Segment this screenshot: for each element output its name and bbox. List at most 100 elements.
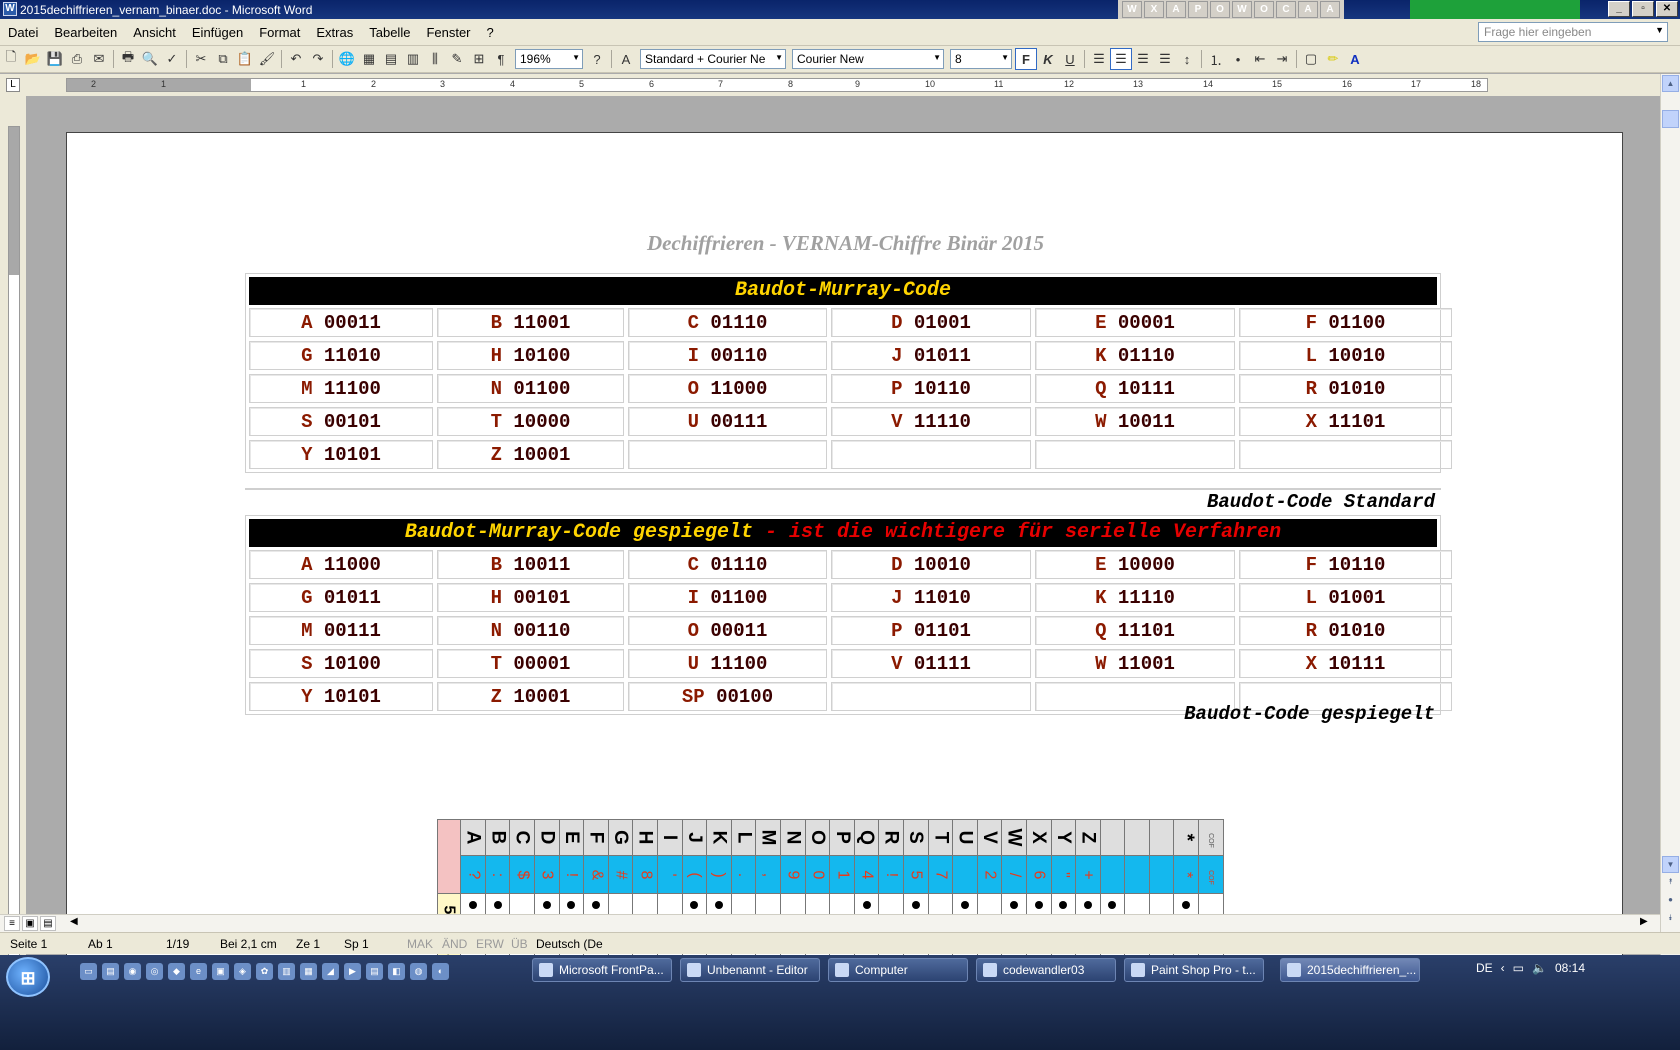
status-language[interactable]: Deutsch (De: [536, 937, 603, 951]
app-icon[interactable]: ◆: [168, 963, 185, 980]
code-cell[interactable]: E 10000: [1035, 550, 1235, 579]
quick-icon-10[interactable]: A: [1320, 1, 1340, 18]
zoom-select[interactable]: 196% ▼: [515, 49, 583, 69]
app-icon[interactable]: ✿: [256, 963, 273, 980]
status-track-changes[interactable]: ÄND: [442, 937, 467, 951]
app-icon[interactable]: ◐: [432, 963, 449, 980]
code-cell[interactable]: M 11100: [249, 374, 433, 403]
columns-icon[interactable]: ⫼: [424, 48, 446, 70]
scroll-down-icon[interactable]: ▼: [1662, 856, 1679, 873]
copy-icon[interactable]: ⧉: [212, 48, 234, 70]
code-cell[interactable]: B 11001: [437, 308, 624, 337]
font-color-icon[interactable]: A: [1344, 48, 1366, 70]
status-overtype[interactable]: ÜB: [511, 937, 528, 951]
app-icon[interactable]: ▥: [278, 963, 295, 980]
borders-icon[interactable]: ▢: [1300, 48, 1322, 70]
italic-button[interactable]: K: [1037, 48, 1059, 70]
desktop-icon[interactable]: ▭: [80, 963, 97, 980]
tables-borders-icon[interactable]: ▦: [358, 48, 380, 70]
vertical-scrollbar[interactable]: ▲ ▼ ⯭ ● ⯯: [1660, 74, 1680, 978]
quick-icon-9[interactable]: A: [1298, 1, 1318, 18]
align-right-icon[interactable]: ☰: [1132, 48, 1154, 70]
menu-fenster[interactable]: Fenster: [418, 25, 478, 40]
app-icon[interactable]: ◍: [410, 963, 427, 980]
chevron-down-icon[interactable]: ▼: [1655, 25, 1664, 35]
code-cell[interactable]: D 10010: [831, 550, 1031, 579]
font-size-select[interactable]: 8 ▼: [950, 49, 1012, 69]
code-cell[interactable]: G 01011: [249, 583, 433, 612]
document-area[interactable]: Dechiffrieren - VERNAM-Chiffre Binär 201…: [26, 96, 1660, 978]
app-icon[interactable]: ◧: [388, 963, 405, 980]
menu-bearbeiten[interactable]: Bearbeiten: [46, 25, 125, 40]
code-cell[interactable]: A 00011: [249, 308, 433, 337]
open-folder-icon[interactable]: 📂: [22, 48, 44, 70]
code-cell[interactable]: D 01001: [831, 308, 1031, 337]
code-cell[interactable]: C 01110: [628, 308, 827, 337]
code-cell[interactable]: S 00101: [249, 407, 433, 436]
document-map-icon[interactable]: ⊞: [468, 48, 490, 70]
task-paintshop[interactable]: Paint Shop Pro - t...: [1124, 958, 1264, 982]
code-cell[interactable]: [628, 440, 827, 469]
menu-help[interactable]: ?: [479, 25, 502, 40]
code-cell[interactable]: Q 11101: [1035, 616, 1235, 645]
code-cell[interactable]: X 11101: [1239, 407, 1452, 436]
clock[interactable]: 08:14: [1555, 961, 1585, 975]
increase-indent-icon[interactable]: ⇥: [1271, 48, 1293, 70]
next-page-icon[interactable]: ⯯: [1662, 910, 1679, 927]
format-painter-icon[interactable]: 🖌: [256, 48, 278, 70]
normal-view-icon[interactable]: ≡: [4, 916, 20, 931]
media-icon[interactable]: ◉: [124, 963, 141, 980]
scroll-right-icon[interactable]: ▶: [1640, 916, 1648, 927]
scroll-left-icon[interactable]: ◀: [70, 916, 78, 927]
code-cell[interactable]: H 00101: [437, 583, 624, 612]
code-cell[interactable]: U 00111: [628, 407, 827, 436]
code-cell[interactable]: R 01010: [1239, 616, 1452, 645]
chevron-down-icon[interactable]: ▼: [775, 53, 783, 62]
quick-icon-8[interactable]: C: [1276, 1, 1296, 18]
code-cell[interactable]: H 10100: [437, 341, 624, 370]
code-cell[interactable]: F 10110: [1239, 550, 1452, 579]
horizontal-scrollbar[interactable]: ≡ ▣ ▤ ◀ ▶: [0, 914, 1660, 932]
code-cell[interactable]: I 00110: [628, 341, 827, 370]
volume-icon[interactable]: 🔈: [1532, 961, 1547, 975]
chrome-icon[interactable]: ◎: [146, 963, 163, 980]
status-extend[interactable]: ERW: [476, 937, 504, 951]
insert-excel-icon[interactable]: ▥: [402, 48, 424, 70]
tab-selector[interactable]: L: [6, 78, 20, 92]
quick-icon-3[interactable]: A: [1166, 1, 1186, 18]
code-cell[interactable]: M 00111: [249, 616, 433, 645]
code-cell[interactable]: C 01110: [628, 550, 827, 579]
code-cell[interactable]: F 01100: [1239, 308, 1452, 337]
previous-page-icon[interactable]: ⯭: [1662, 874, 1679, 891]
close-button[interactable]: ✕: [1656, 1, 1678, 17]
font-select[interactable]: Courier New ▼: [792, 49, 944, 69]
hyperlink-icon[interactable]: 🌐: [336, 48, 358, 70]
app-icon[interactable]: ◢: [322, 963, 339, 980]
task-editor[interactable]: Unbenannt - Editor: [680, 958, 820, 982]
quick-icon-1[interactable]: W: [1122, 1, 1142, 18]
justify-icon[interactable]: ☰: [1154, 48, 1176, 70]
word-app-icon[interactable]: W: [3, 2, 17, 16]
document-page[interactable]: Dechiffrieren - VERNAM-Chiffre Binär 201…: [66, 132, 1623, 978]
app-icon[interactable]: ◈: [234, 963, 251, 980]
task-computer[interactable]: Computer: [828, 958, 968, 982]
email-icon[interactable]: ✉: [88, 48, 110, 70]
code-cell[interactable]: G 11010: [249, 341, 433, 370]
start-button[interactable]: ⊞: [6, 957, 50, 997]
menu-extras[interactable]: Extras: [308, 25, 361, 40]
code-cell[interactable]: K 01110: [1035, 341, 1235, 370]
code-cell[interactable]: O 11000: [628, 374, 827, 403]
tray-expand-icon[interactable]: ‹: [1501, 961, 1505, 975]
code-cell[interactable]: Q 10111: [1035, 374, 1235, 403]
network-icon[interactable]: ▭: [1513, 961, 1524, 975]
code-cell[interactable]: N 01100: [437, 374, 624, 403]
insert-table-icon[interactable]: ▤: [380, 48, 402, 70]
app-icon[interactable]: ▶: [344, 963, 361, 980]
align-left-icon[interactable]: ☰: [1088, 48, 1110, 70]
baudot-mirrored-table[interactable]: [245, 488, 1441, 490]
menu-ansicht[interactable]: Ansicht: [125, 25, 184, 40]
code-cell[interactable]: T 10000: [437, 407, 624, 436]
print-preview-icon[interactable]: 🔍: [139, 48, 161, 70]
web-view-icon[interactable]: ▣: [22, 916, 38, 931]
ie-icon[interactable]: e: [190, 963, 207, 980]
